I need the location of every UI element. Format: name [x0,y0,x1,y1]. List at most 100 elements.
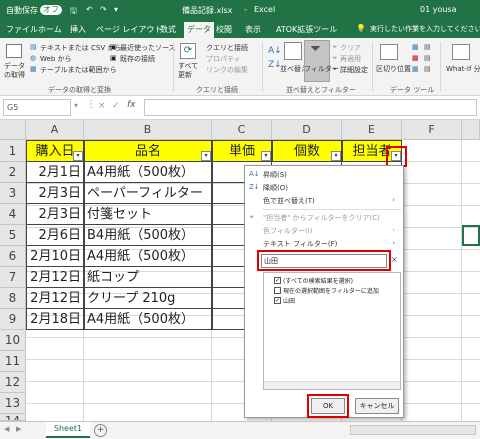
row-header-8[interactable]: 8 [0,288,26,309]
table-cell-item[interactable]: クリープ 210g [84,288,212,309]
row-header-1[interactable]: 1 [0,140,26,162]
table-cell-date[interactable]: 2月12日 [26,288,84,309]
name-box[interactable]: G5 [3,99,71,116]
column-header-g[interactable] [462,120,480,140]
enter-icon[interactable]: ✓ [112,101,120,111]
sort-ascending-item[interactable]: 昇順(S) [263,170,287,180]
tab-data[interactable]: データ [184,22,214,38]
text-filter-item[interactable]: テキスト フィルター(F) [263,239,337,249]
clear-search-icon[interactable]: × [391,255,398,264]
selected-cell-g5[interactable] [462,225,480,246]
row-header-11[interactable]: 11 [0,351,26,372]
filter-value-list[interactable]: ✓ (すべての検索結果を選択) 現在の選択範囲をフィルターに追加 ✓ 山田 [263,272,401,390]
column-header-e[interactable]: E [342,120,402,140]
tab-review[interactable]: 校閲 [216,24,232,35]
tab-formulas[interactable]: 数式 [160,24,176,35]
column-header-f[interactable]: F [402,120,462,140]
table-cell-date[interactable]: 2月3日 [26,204,84,225]
user-name[interactable]: 01 yousa [420,5,457,14]
worksheet-grid[interactable]: A B C D E F 1 2 3 4 5 6 7 8 9 10 11 12 1… [0,120,480,421]
whatif-button[interactable]: What-If 分析 [446,64,480,74]
function-icon[interactable]: fx [127,100,136,110]
add-sheet-button[interactable]: + [94,424,107,437]
table-cell-date[interactable]: 2月12日 [26,267,84,288]
table-cell-date[interactable]: 2月18日 [26,309,84,330]
edit-links-button[interactable]: リンクの編集 [206,65,248,75]
table-cell-date[interactable]: 2月3日 [26,183,84,204]
flash-fill-icon[interactable]: ▦ [412,43,419,51]
data-model-icon[interactable]: ▤ [424,65,431,73]
get-data-button[interactable]: データの取得 [4,62,30,80]
sort-by-color-item[interactable]: 色で並べ替え(T) [263,196,315,206]
row-header-13[interactable]: 13 [0,393,26,414]
column-header-d[interactable]: D [272,120,342,140]
column-header-b[interactable]: B [84,120,212,140]
sort-az-icon[interactable]: A↓ [268,46,282,56]
advanced-button[interactable]: 詳細設定 [340,65,368,75]
scroll-right-icon[interactable]: ▶ [16,425,21,433]
row-header-12[interactable]: 12 [0,372,26,393]
filter-dropdown-a[interactable]: ▾ [73,151,83,161]
table-cell-item[interactable]: ペーパーフィルター [84,183,212,204]
table-cell-date[interactable]: 2月10日 [26,246,84,267]
table-cell-date[interactable]: 2月6日 [26,225,84,246]
row-header-14[interactable]: 14 [0,414,26,421]
color-filter-item[interactable]: 色フィルター(I) [263,226,312,236]
horizontal-scrollbar[interactable] [264,381,400,389]
filter-dropdown-b[interactable]: ▾ [201,151,211,161]
tab-home[interactable]: ホーム [38,24,62,35]
existing-connections-button[interactable]: 既存の接続 [120,54,155,64]
undo-icon[interactable]: ↶ [86,5,93,14]
tab-file[interactable]: ファイル [6,24,38,35]
refresh-all-button[interactable]: すべて更新 [178,62,200,80]
sort-descending-item[interactable]: 降順(O) [263,183,288,193]
checkbox-yamada[interactable]: ✓ [274,297,281,304]
row-header-7[interactable]: 7 [0,267,26,288]
row-header-10[interactable]: 10 [0,330,26,351]
row-header-6[interactable]: 6 [0,246,26,267]
tab-view[interactable]: 表示 [245,24,261,35]
data-validation-icon[interactable]: ▦ [412,65,419,73]
filter-dropdown-c[interactable]: ▾ [261,151,271,161]
list-item[interactable]: (すべての検索結果を選択) [283,276,353,285]
table-cell-item[interactable]: A4用紙（500枚） [84,162,212,183]
table-cell-item[interactable]: 紙コップ [84,267,212,288]
clear-button[interactable]: クリア [340,43,361,53]
tab-page-layout[interactable]: ページ レイアウト [96,24,162,35]
sheet-tab-sheet1[interactable]: Sheet1 [46,422,90,438]
cancel-icon[interactable]: × [98,101,106,111]
list-item[interactable]: 現在の選択範囲をフィルターに追加 [283,286,398,295]
row-header-4[interactable]: 4 [0,204,26,225]
table-cell-item[interactable]: A4用紙（500枚） [84,309,212,330]
table-cell-item[interactable]: 付箋セット [84,204,212,225]
table-cell-item[interactable]: B4用紙（500枚） [84,225,212,246]
queries-connections-button[interactable]: クエリと接続 [206,43,248,53]
autosave-toggle[interactable]: オフ [40,5,62,15]
recent-sources-button[interactable]: 最近使ったソース [120,43,176,53]
tell-me-box[interactable]: 実行したい作業を入力してください [370,24,480,34]
row-header-2[interactable]: 2 [0,162,26,183]
tab-atok[interactable]: ATOK拡張ツール [276,24,337,35]
horizontal-scrollbar[interactable] [350,425,476,435]
column-header-c[interactable]: C [212,120,272,140]
filter-dropdown-d[interactable]: ▾ [331,151,341,161]
column-header-a[interactable]: A [26,120,84,140]
relationships-icon[interactable]: ▤ [424,54,431,62]
consolidate-icon[interactable]: ▤ [424,43,431,51]
namebox-dropdown-icon[interactable]: ▾ [74,101,78,110]
row-header-3[interactable]: 3 [0,183,26,204]
from-table-button[interactable]: テーブルまたは範囲から [40,65,117,75]
checkbox-add-current[interactable] [274,287,281,294]
clear-filter-item[interactable]: "担当者" からフィルターをクリア(C) [263,213,380,223]
header-cell-item[interactable]: 品名 [84,140,212,162]
resize-grip-icon[interactable]: ⋰ [394,408,401,416]
properties-button[interactable]: プロパティ [206,54,241,64]
cancel-button[interactable]: キャンセル [355,398,399,414]
redo-icon[interactable]: ↷ [100,5,107,14]
tab-insert[interactable]: 挿入 [70,24,86,35]
select-all-corner[interactable] [0,120,26,140]
remove-duplicates-icon[interactable]: ▦ [412,54,419,62]
table-cell-item[interactable]: A4用紙（500枚） [84,246,212,267]
save-icon[interactable]: 🖫 [70,5,77,19]
formula-input[interactable] [144,99,477,116]
